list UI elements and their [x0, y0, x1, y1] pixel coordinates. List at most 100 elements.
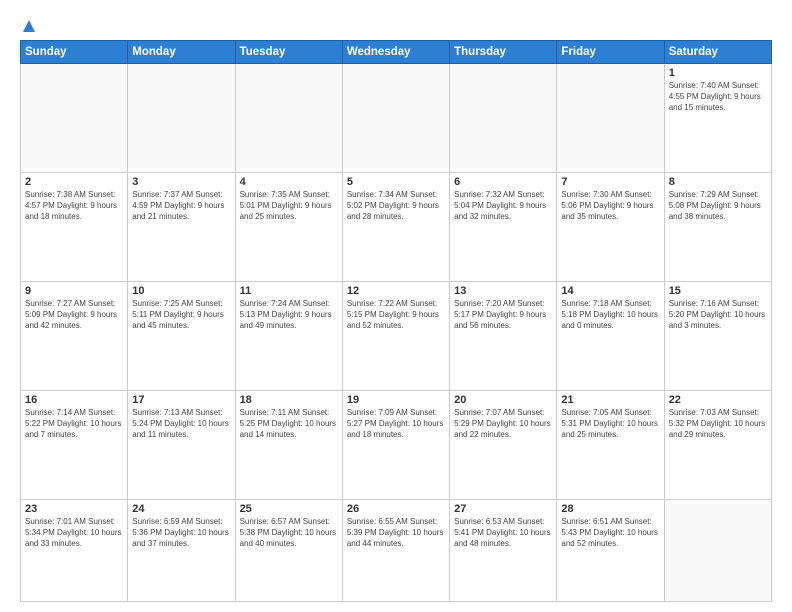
- logo-icon: [21, 18, 37, 34]
- day-number: 12: [347, 285, 445, 297]
- day-info: Sunrise: 7:35 AM Sunset: 5:01 PM Dayligh…: [240, 190, 338, 222]
- day-info: Sunrise: 7:32 AM Sunset: 5:04 PM Dayligh…: [454, 190, 552, 222]
- logo: [20, 18, 38, 32]
- calendar-cell: 14 Sunrise: 7:18 AM Sunset: 5:18 PM Dayli…: [557, 282, 664, 391]
- day-number: 25: [240, 503, 338, 515]
- calendar-cell: 18Sunrise: 7:11 AM Sunset: 5:25 PM Dayli…: [235, 391, 342, 500]
- day-info: Sunrise: 7:07 AM Sunset: 5:29 PM Dayligh…: [454, 408, 552, 440]
- day-number: 27: [454, 503, 552, 515]
- calendar-cell: 3 Sunrise: 7:37 AM Sunset: 4:59 PM Daylig…: [128, 173, 235, 282]
- day-number: 6: [454, 176, 552, 188]
- day-info: Sunrise: 7:37 AM Sunset: 4:59 PM Dayligh…: [132, 190, 230, 222]
- calendar-cell: 16 Sunrise: 7:14 AM Sunset: 5:22 PM Dayli…: [21, 391, 128, 500]
- day-number: 19: [347, 394, 445, 406]
- calendar-cell: 7 Sunrise: 7:30 AM Sunset: 5:06 PM Daylig…: [557, 173, 664, 282]
- day-info: Sunrise: 7:30 AM Sunset: 5:06 PM Dayligh…: [561, 190, 659, 222]
- day-number: 26: [347, 503, 445, 515]
- day-number: 10: [132, 285, 230, 297]
- day-number: 16: [25, 394, 123, 406]
- day-info: Sunrise: 7:20 AM Sunset: 5:17 PM Dayligh…: [454, 299, 552, 331]
- calendar-cell: 24 Sunrise: 6:59 AM Sunset: 5:36 PM Dayli…: [128, 500, 235, 602]
- calendar-week-row: 16 Sunrise: 7:14 AM Sunset: 5:22 PM Dayli…: [21, 391, 772, 500]
- weekday-header: Sunday: [21, 41, 128, 64]
- day-info: Sunrise: 7:18 AM Sunset: 5:18 PM Dayligh…: [561, 299, 659, 331]
- day-info: Sunrise: 6:51 AM Sunset: 5:43 PM Dayligh…: [561, 517, 659, 549]
- day-info: Sunrise: 7:27 AM Sunset: 5:09 PM Dayligh…: [25, 299, 123, 331]
- weekday-header: Saturday: [664, 41, 771, 64]
- day-info: Sunrise: 7:13 AM Sunset: 5:24 PM Dayligh…: [132, 408, 230, 440]
- day-info: Sunrise: 6:59 AM Sunset: 5:36 PM Dayligh…: [132, 517, 230, 549]
- calendar-cell: 13 Sunrise: 7:20 AM Sunset: 5:17 PM Dayli…: [450, 282, 557, 391]
- day-info: Sunrise: 7:14 AM Sunset: 5:22 PM Dayligh…: [25, 408, 123, 440]
- day-number: 24: [132, 503, 230, 515]
- calendar-cell: 10 Sunrise: 7:25 AM Sunset: 5:11 PM Dayli…: [128, 282, 235, 391]
- calendar-cell: 15 Sunrise: 7:16 AM Sunset: 5:20 PM Dayli…: [664, 282, 771, 391]
- calendar-cell: 23 Sunrise: 7:01 AM Sunset: 5:34 PM Dayli…: [21, 500, 128, 602]
- day-number: 11: [240, 285, 338, 297]
- day-info: Sunrise: 7:29 AM Sunset: 5:08 PM Dayligh…: [669, 190, 767, 222]
- calendar-cell: [21, 64, 128, 173]
- calendar-cell: 2 Sunrise: 7:38 AM Sunset: 4:57 PM Daylig…: [21, 173, 128, 282]
- calendar-cell: 9 Sunrise: 7:27 AM Sunset: 5:09 PM Daylig…: [21, 282, 128, 391]
- day-info: Sunrise: 7:40 AM Sunset: 4:55 PM Dayligh…: [669, 81, 767, 113]
- day-info: Sunrise: 7:16 AM Sunset: 5:20 PM Dayligh…: [669, 299, 767, 331]
- day-number: 7: [561, 176, 659, 188]
- day-number: 15: [669, 285, 767, 297]
- day-number: 13: [454, 285, 552, 297]
- calendar-cell: 27 Sunrise: 6:53 AM Sunset: 5:41 PM Dayli…: [450, 500, 557, 602]
- calendar-cell: 28 Sunrise: 6:51 AM Sunset: 5:43 PM Dayli…: [557, 500, 664, 602]
- day-number: 22: [669, 394, 767, 406]
- day-number: 1: [669, 67, 767, 79]
- day-number: 14: [561, 285, 659, 297]
- day-number: 23: [25, 503, 123, 515]
- day-info: Sunrise: 6:53 AM Sunset: 5:41 PM Dayligh…: [454, 517, 552, 549]
- calendar-week-row: 23 Sunrise: 7:01 AM Sunset: 5:34 PM Dayli…: [21, 500, 772, 602]
- calendar-cell: 22 Sunrise: 7:03 AM Sunset: 5:32 PM Dayli…: [664, 391, 771, 500]
- calendar-header-row: SundayMondayTuesdayWednesdayThursdayFrid…: [21, 41, 772, 64]
- calendar-cell: [128, 64, 235, 173]
- calendar-cell: 26 Sunrise: 6:55 AM Sunset: 5:39 PM Dayli…: [342, 500, 449, 602]
- day-number: 5: [347, 176, 445, 188]
- calendar-cell: 17 Sunrise: 7:13 AM Sunset: 5:24 PM Dayli…: [128, 391, 235, 500]
- day-number: 17: [132, 394, 230, 406]
- calendar-cell: 6 Sunrise: 7:32 AM Sunset: 5:04 PM Daylig…: [450, 173, 557, 282]
- day-number: 2: [25, 176, 123, 188]
- day-number: 3: [132, 176, 230, 188]
- calendar-cell: 20 Sunrise: 7:07 AM Sunset: 5:29 PM Dayli…: [450, 391, 557, 500]
- calendar-cell: 5 Sunrise: 7:34 AM Sunset: 5:02 PM Daylig…: [342, 173, 449, 282]
- calendar-week-row: 2 Sunrise: 7:38 AM Sunset: 4:57 PM Daylig…: [21, 173, 772, 282]
- weekday-header: Thursday: [450, 41, 557, 64]
- day-info: Sunrise: 7:25 AM Sunset: 5:11 PM Dayligh…: [132, 299, 230, 331]
- calendar-cell: 8 Sunrise: 7:29 AM Sunset: 5:08 PM Daylig…: [664, 173, 771, 282]
- calendar-cell: [342, 64, 449, 173]
- calendar-cell: [664, 500, 771, 602]
- day-info: Sunrise: 7:34 AM Sunset: 5:02 PM Dayligh…: [347, 190, 445, 222]
- day-info: Sunrise: 6:57 AM Sunset: 5:38 PM Dayligh…: [240, 517, 338, 549]
- weekday-header: Monday: [128, 41, 235, 64]
- weekday-header: Friday: [557, 41, 664, 64]
- day-number: 4: [240, 176, 338, 188]
- day-number: 21: [561, 394, 659, 406]
- calendar-cell: [557, 64, 664, 173]
- calendar-cell: [450, 64, 557, 173]
- day-info: Sunrise: 7:09 AM Sunset: 5:27 PM Dayligh…: [347, 408, 445, 440]
- day-number: 9: [25, 285, 123, 297]
- day-info: Sunrise: 7:03 AM Sunset: 5:32 PM Dayligh…: [669, 408, 767, 440]
- day-info: Sunrise: 7:38 AM Sunset: 4:57 PM Dayligh…: [25, 190, 123, 222]
- day-info: Sunrise: 7:01 AM Sunset: 5:34 PM Dayligh…: [25, 517, 123, 549]
- calendar-cell: 11Sunrise: 7:24 AM Sunset: 5:13 PM Dayli…: [235, 282, 342, 391]
- day-info: Sunrise: 7:05 AM Sunset: 5:31 PM Dayligh…: [561, 408, 659, 440]
- calendar-cell: [235, 64, 342, 173]
- day-number: 28: [561, 503, 659, 515]
- weekday-header: Wednesday: [342, 41, 449, 64]
- day-info: Sunrise: 7:22 AM Sunset: 5:15 PM Dayligh…: [347, 299, 445, 331]
- day-number: 20: [454, 394, 552, 406]
- calendar-cell: 19 Sunrise: 7:09 AM Sunset: 5:27 PM Dayli…: [342, 391, 449, 500]
- calendar-cell: 12 Sunrise: 7:22 AM Sunset: 5:15 PM Dayli…: [342, 282, 449, 391]
- day-number: 8: [669, 176, 767, 188]
- calendar-cell: 25 Sunrise: 6:57 AM Sunset: 5:38 PM Dayli…: [235, 500, 342, 602]
- day-info: Sunrise: 6:55 AM Sunset: 5:39 PM Dayligh…: [347, 517, 445, 549]
- calendar-table: SundayMondayTuesdayWednesdayThursdayFrid…: [20, 40, 772, 602]
- calendar-cell: 1 Sunrise: 7:40 AM Sunset: 4:55 PM Daylig…: [664, 64, 771, 173]
- calendar-cell: 4 Sunrise: 7:35 AM Sunset: 5:01 PM Daylig…: [235, 173, 342, 282]
